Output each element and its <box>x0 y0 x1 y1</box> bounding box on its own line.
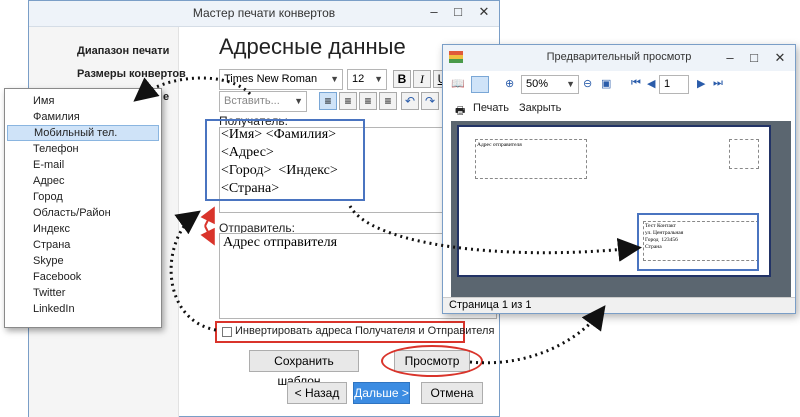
next-button[interactable]: Дальше > <box>353 382 410 404</box>
zoom-select[interactable]: 50% ▼ <box>521 75 579 94</box>
chevron-down-icon: ▼ <box>294 96 303 106</box>
print-preview-window: Предварительный просмотр – □ ✕ 📖 ⊕ 50% ▼ … <box>442 44 796 314</box>
font-size-select[interactable]: 12 ▼ <box>347 69 387 90</box>
prev-page-icon[interactable]: ◀ <box>647 77 655 90</box>
close-icon[interactable]: ✕ <box>767 47 793 69</box>
align-right-icon[interactable]: ≡ <box>359 92 377 110</box>
recipient-line: <Адрес> <box>221 145 274 160</box>
back-button[interactable]: < Назад <box>287 382 347 404</box>
list-item[interactable]: Имя <box>7 93 159 109</box>
wizard-titlebar: Мастер печати конвертов – □ ✕ <box>29 1 499 27</box>
sender-placeholder: Адрес отправителя <box>477 142 522 148</box>
list-item[interactable]: Мобильный тел. <box>7 125 159 141</box>
next-page-icon[interactable]: ▶ <box>697 77 705 90</box>
close-icon[interactable]: ✕ <box>471 1 497 23</box>
list-item[interactable]: Фамилия <box>7 109 159 125</box>
list-item[interactable]: E-mail <box>7 157 159 173</box>
insert-field-dropdown: Имя Фамилия Мобильный тел. Телефон E-mai… <box>4 88 162 328</box>
cancel-button[interactable]: Отмена <box>421 382 483 404</box>
fit-page-icon[interactable]: ▣ <box>601 77 611 90</box>
align-center-icon[interactable]: ≡ <box>339 92 357 110</box>
chevron-down-icon: ▼ <box>566 79 575 89</box>
zoom-in-icon[interactable]: ⊕ <box>505 77 514 90</box>
list-item[interactable]: Страна <box>7 237 159 253</box>
font-name-select[interactable]: Times New Roman ▼ <box>219 69 343 90</box>
minimize-icon[interactable]: – <box>719 47 741 69</box>
list-item[interactable]: Facebook <box>7 269 159 285</box>
page-status: Страница 1 из 1 <box>449 299 532 311</box>
nav-address-data[interactable]: е <box>163 91 169 103</box>
printer-icon: 🖶 <box>455 105 466 117</box>
list-item[interactable]: Телефон <box>7 141 159 157</box>
list-item[interactable]: LinkedIn <box>7 301 159 317</box>
align-justify-icon[interactable]: ≡ <box>379 92 397 110</box>
chevron-down-icon: ▼ <box>330 74 339 84</box>
bold-button[interactable]: B <box>393 70 411 88</box>
minimize-icon[interactable]: – <box>423 1 445 23</box>
recipient-line: <Имя> <Фамилия> <box>221 127 337 142</box>
invert-label: Инвертировать адреса Получателя и Отправ… <box>235 325 495 337</box>
stamp-placeholder <box>729 139 759 169</box>
nav-envelope-sizes[interactable]: Размеры конвертов <box>77 68 186 80</box>
recipient-line: <Страна> <box>221 181 280 196</box>
list-item[interactable]: Область/Район <box>7 205 159 221</box>
last-page-icon[interactable]: ⏭ <box>713 77 723 90</box>
close-preview-button[interactable]: Закрыть <box>519 102 561 114</box>
chevron-down-icon: ▼ <box>374 74 383 84</box>
nav-print-range[interactable]: Диапазон печати <box>77 45 169 57</box>
maximize-icon[interactable]: □ <box>447 1 469 23</box>
list-item[interactable]: Skype <box>7 253 159 269</box>
list-item[interactable]: Индекс <box>7 221 159 237</box>
first-page-icon[interactable]: ⏮ <box>631 77 641 90</box>
sender-text: Адрес отправителя <box>223 235 338 250</box>
recipient-preview-highlight <box>637 213 759 271</box>
preview-button-highlight <box>381 345 483 377</box>
preview-statusbar: Страница 1 из 1 <box>443 297 795 313</box>
list-item[interactable]: Адрес <box>7 173 159 189</box>
print-button[interactable]: Печать <box>473 102 509 114</box>
list-item[interactable]: Город <box>7 189 159 205</box>
page-title: Адресные данные <box>219 34 406 59</box>
recipient-line: <Город> <Индекс> <box>221 163 338 178</box>
undo-icon[interactable]: ↶ <box>401 92 419 110</box>
preview-titlebar: Предварительный просмотр – □ ✕ <box>443 45 795 71</box>
single-page-icon[interactable] <box>471 76 489 93</box>
book-icon[interactable]: 📖 <box>451 77 465 90</box>
invert-checkbox[interactable] <box>222 327 232 337</box>
page-number-input[interactable]: 1 <box>659 75 689 94</box>
italic-button[interactable]: I <box>413 70 431 88</box>
save-template-button[interactable]: Сохранить шаблон... <box>249 350 359 388</box>
align-left-icon[interactable]: ≡ <box>319 92 337 110</box>
insert-field-select[interactable]: Вставить... ▼ <box>219 91 307 112</box>
zoom-out-icon[interactable]: ⊖ <box>583 77 592 90</box>
list-item[interactable]: Twitter <box>7 285 159 301</box>
redo-icon[interactable]: ↷ <box>421 92 439 110</box>
maximize-icon[interactable]: □ <box>743 47 765 69</box>
